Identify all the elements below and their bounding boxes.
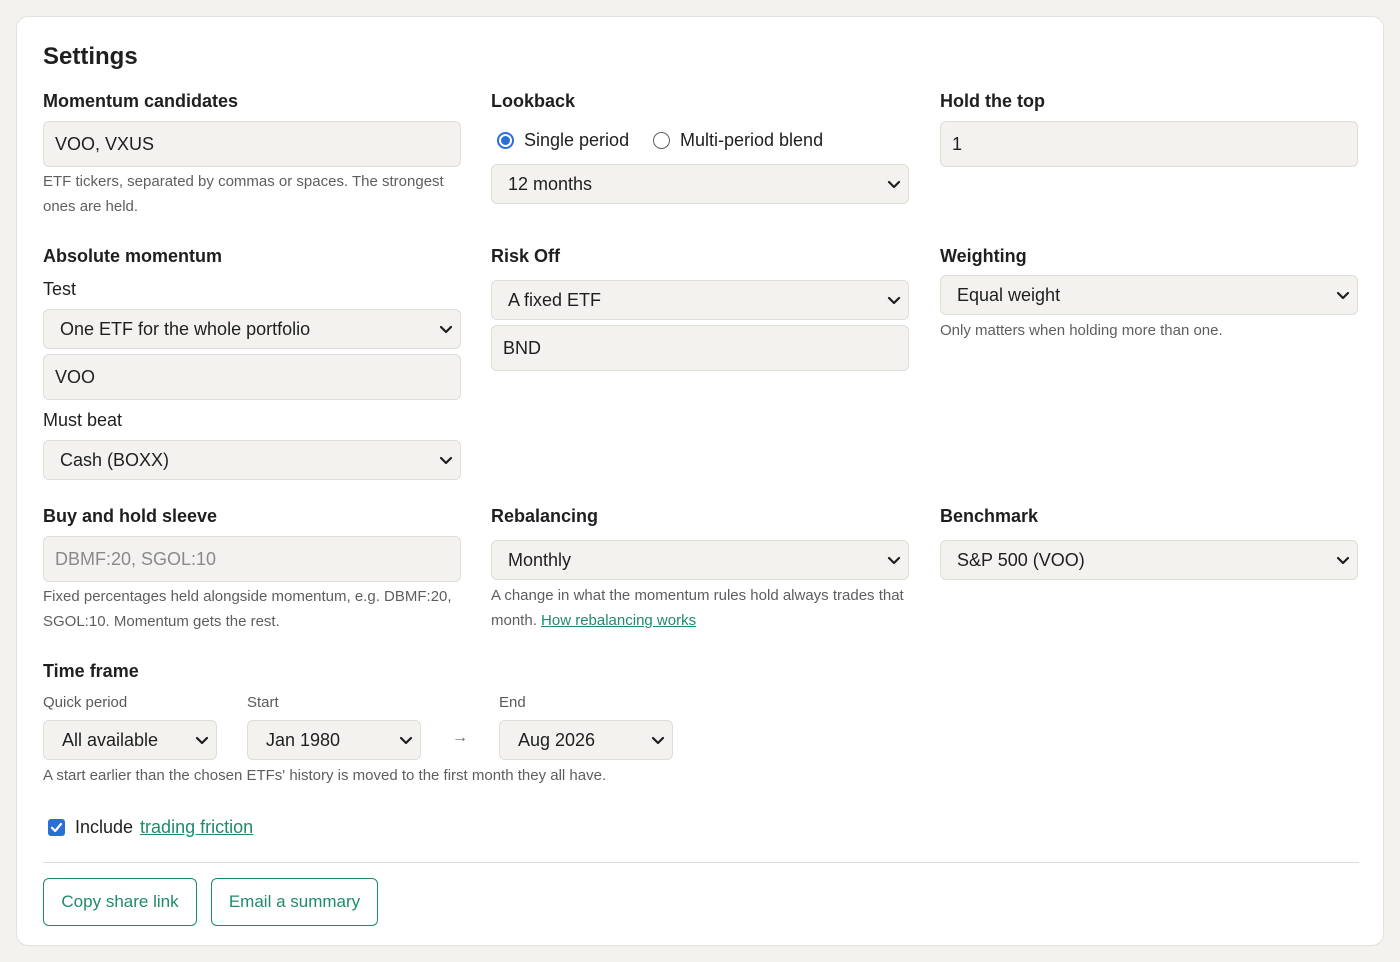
chevron-down-icon [1336,291,1350,300]
radio-selected-icon [497,132,514,149]
benchmark-value: S&P 500 (VOO) [957,549,1085,570]
lookback-label: Lookback [491,91,576,111]
momentum-candidates-label: Momentum candidates [43,91,239,111]
must-beat-label: Must beat [43,410,123,430]
hold-top-label: Hold the top [940,91,1045,111]
chevron-down-icon [439,325,453,334]
risk-off-etf-value: BND [503,337,542,358]
hold-top-value: 1 [952,133,963,154]
weighting-label: Weighting [940,246,1027,266]
checkmark-icon [50,822,63,833]
buy-hold-label: Buy and hold sleeve [43,506,218,526]
end-value: Aug 2026 [518,729,596,750]
copy-share-link-button[interactable]: Copy share link [43,878,197,926]
risk-off-etf-input[interactable]: BND [491,325,909,371]
time-frame-label: Time frame [43,661,139,681]
rebalancing-label: Rebalancing [491,506,599,526]
buy-hold-input[interactable]: DBMF:20, SGOL:10 [43,536,461,582]
test-label: Test [43,279,77,299]
trading-friction-text: Include [75,817,134,837]
chevron-down-icon [887,296,901,305]
absolute-etf-input[interactable]: VOO [43,354,461,400]
trading-friction-checkbox[interactable] [48,819,65,836]
trading-friction-row: Include trading friction [48,817,253,838]
rebalancing-help: A change in what the momentum rules hold… [491,583,911,633]
absolute-etf-value: VOO [55,366,96,387]
risk-off-label: Risk Off [491,246,561,266]
weighting-help: Only matters when holding more than one. [940,322,1223,339]
quick-period-select[interactable]: All available [43,720,217,760]
momentum-candidates-input[interactable]: VOO, VXUS [43,121,461,167]
weighting-select[interactable]: Equal weight [940,275,1358,315]
page-title: Settings [43,43,138,70]
end-select[interactable]: Aug 2026 [499,720,673,760]
chevron-down-icon [887,556,901,565]
radio-unselected-icon [653,132,670,149]
radio-multi-period-label: Multi-period blend [680,130,824,150]
chevron-down-icon [439,456,453,465]
chevron-down-icon [399,736,413,745]
benchmark-label: Benchmark [940,506,1039,526]
buy-hold-placeholder: DBMF:20, SGOL:10 [55,548,217,569]
quick-period-value: All available [62,729,159,750]
lookback-period-value: 12 months [508,173,593,194]
trading-friction-link[interactable]: trading friction [140,817,253,838]
rebalancing-value: Monthly [508,549,572,570]
absolute-momentum-label: Absolute momentum [43,246,223,266]
chevron-down-icon [887,180,901,189]
hold-top-input[interactable]: 1 [940,121,1358,167]
email-summary-button[interactable]: Email a summary [211,878,378,926]
must-beat-select[interactable]: Cash (BOXX) [43,440,461,480]
quick-period-label: Quick period [43,694,128,711]
chevron-down-icon [651,736,665,745]
radio-single-period[interactable]: Single period [497,130,629,151]
settings-card: Settings Momentum candidates VOO, VXUS E… [16,16,1384,946]
weighting-value: Equal weight [957,284,1061,305]
chevron-down-icon [195,736,209,745]
radio-single-period-label: Single period [524,130,630,150]
buy-hold-help: Fixed percentages held alongside momentu… [43,588,452,630]
lookback-period-select[interactable]: 12 months [491,164,909,204]
risk-off-mode-select[interactable]: A fixed ETF [491,280,909,320]
end-label: End [499,694,526,711]
test-select[interactable]: One ETF for the whole portfolio [43,309,461,349]
time-frame-help: A start earlier than the chosen ETFs' hi… [43,767,607,784]
rebalancing-help-link[interactable]: How rebalancing works [541,612,696,629]
start-label: Start [247,694,279,711]
rebalancing-select[interactable]: Monthly [491,540,909,580]
risk-off-mode-value: A fixed ETF [508,289,602,310]
divider [43,862,1359,863]
radio-multi-period[interactable]: Multi-period blend [653,130,823,151]
start-select[interactable]: Jan 1980 [247,720,421,760]
must-beat-value: Cash (BOXX) [60,449,170,470]
benchmark-select[interactable]: S&P 500 (VOO) [940,540,1358,580]
start-value: Jan 1980 [266,729,341,750]
test-value: One ETF for the whole portfolio [60,318,311,339]
range-arrow-icon: → [452,729,468,746]
chevron-down-icon [1336,556,1350,565]
momentum-candidates-help: ETF tickers, separated by commas or spac… [43,173,444,215]
momentum-candidates-value: VOO, VXUS [55,133,155,154]
